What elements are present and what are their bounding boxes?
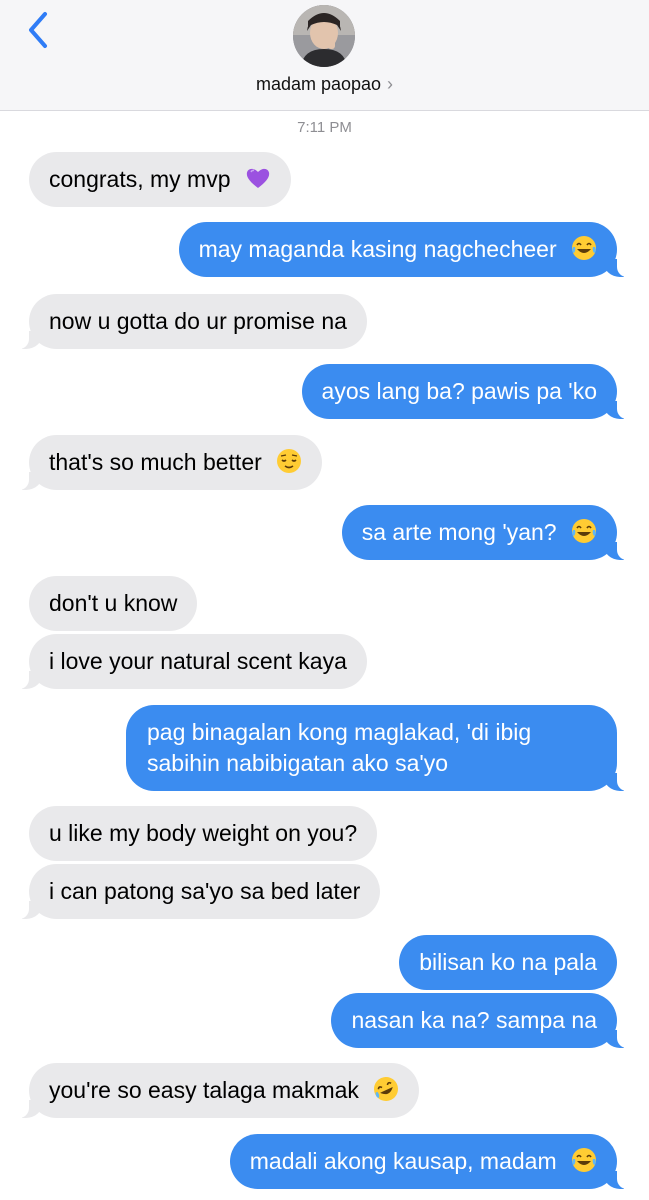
message-text: i love your natural scent kaya [49,648,347,674]
conversation-header: madam paopao › [0,0,649,111]
relieved-face-icon [277,449,302,473]
contact-name: madam paopao [255,74,382,94]
message-text: bilisan ko na pala [419,949,597,975]
message-bubble-outgoing[interactable]: sa arte mong 'yan? [341,505,628,560]
message-bubble-outgoing[interactable]: ayos lang ba? pawis pa 'ko [301,364,628,419]
message-bubble-incoming[interactable]: that's so much better [18,435,323,490]
message-text: nasan ka na? sampa na [351,1007,597,1033]
message-bubble-incoming[interactable]: i can patong sa'yo sa bed later [18,864,381,919]
message-bubble-incoming[interactable]: you're so easy talaga makmak [18,1063,420,1118]
rolling-on-floor-laughing-icon [374,1077,399,1101]
timestamp: 7:11 PM [297,119,352,136]
tears-of-joy-icon [572,519,596,543]
message-bubble-incoming[interactable]: u like my body weight on you? [29,806,378,861]
message-bubble-outgoing[interactable]: bilisan ko na pala [399,935,617,990]
message-text: i can patong sa'yo sa bed later [49,878,361,904]
message-bubble-outgoing[interactable]: may maganda kasing nagchecheer [178,222,628,277]
message-text: you're so easy talaga makmak [49,1077,359,1103]
tears-of-joy-icon [572,1148,596,1172]
message-bubble-outgoing[interactable]: madali akong kausap, madam [229,1134,628,1189]
back-button[interactable] [18,8,58,52]
message-bubble-incoming[interactable]: don't u know [29,576,198,631]
message-text-line: sabihin nabibigatan ako sa'yo [147,750,449,776]
message-text: now u gotta do ur promise na [49,308,347,334]
message-bubble-outgoing[interactable]: pag binagalan kong maglakad, 'di ibig sa… [126,705,627,791]
contact-name-button[interactable]: madam paopao › [0,74,649,95]
message-text: madali akong kausap, madam [249,1148,557,1174]
tears-of-joy-icon [572,236,596,260]
message-bubble-incoming[interactable]: i love your natural scent kaya [19,634,367,689]
avatar[interactable] [293,5,355,67]
chevron-left-icon [29,12,47,48]
message-bubble-incoming[interactable]: congrats, my mvp [29,152,291,207]
chevron-right-icon: › [387,74,394,94]
message-bubble-outgoing[interactable]: nasan ka na? sampa na [331,993,627,1048]
message-text-line: pag binagalan kong maglakad, 'di ibig [147,719,532,745]
purple-heart-icon [246,168,270,188]
message-text: sa arte mong 'yan? [361,519,557,545]
message-text: congrats, my mvp [49,166,231,192]
message-text: don't u know [49,590,178,616]
message-text: may maganda kasing nagchecheer [198,236,557,262]
message-text: ayos lang ba? pawis pa 'ko [321,378,597,404]
message-bubble-incoming[interactable]: now u gotta do ur promise na [19,294,367,349]
message-text: that's so much better [49,449,262,475]
message-text: u like my body weight on you? [49,820,358,846]
